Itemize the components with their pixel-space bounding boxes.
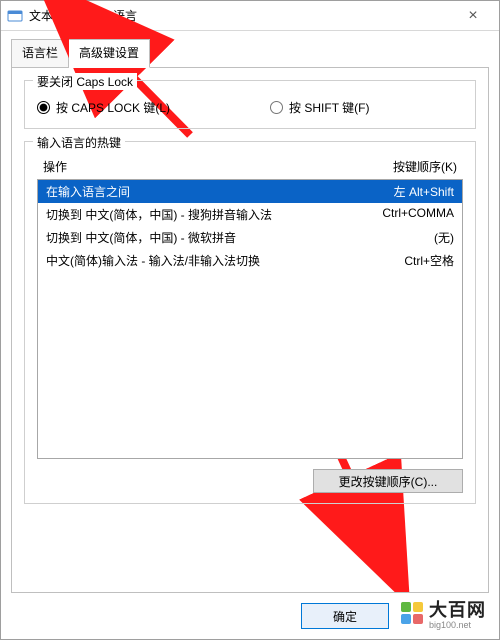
ok-button[interactable]: 确定 [301,603,389,629]
tab-advanced-keys[interactable]: 高级键设置 [69,39,150,68]
hotkey-row[interactable]: 切换到 中文(简体，中国) - 搜狗拼音输入法 Ctrl+COMMA [38,203,462,226]
hotkey-action: 在输入语言之间 [46,183,130,200]
watermark-brand: 大百网 [429,600,486,620]
capslock-legend: 要关闭 Caps Lock [33,73,137,90]
watermark: 大百网 big100.net [395,592,492,634]
hotkey-action: 中文(简体)输入法 - 输入法/非输入法切换 [46,252,260,269]
watermark-logo-icon [401,602,423,624]
hotkey-row[interactable]: 中文(简体)输入法 - 输入法/非输入法切换 Ctrl+空格 [38,249,462,272]
hotkey-header: 操作 按键顺序(K) [37,154,463,179]
hotkeys-fieldset: 输入语言的热键 操作 按键顺序(K) 在输入语言之间 左 Alt+Shift 切… [24,141,476,504]
dialog-window: 文本服务和输入语言 × 语言栏 高级键设置 要关闭 Caps Lock 按 CA… [0,0,500,640]
window-title: 文本服务和输入语言 [29,7,453,24]
hotkeys-legend: 输入语言的热键 [33,134,125,151]
radio-shift-input[interactable] [270,101,283,114]
radio-capslock-input[interactable] [37,101,50,114]
radio-capslock[interactable]: 按 CAPS LOCK 键(L) [37,99,170,116]
window-icon [7,8,23,24]
hotkey-action: 切换到 中文(简体，中国) - 微软拼音 [46,229,236,246]
watermark-domain: big100.net [429,620,486,630]
tab-panel: 要关闭 Caps Lock 按 CAPS LOCK 键(L) 按 SHIFT 键… [11,67,489,593]
capslock-fieldset: 要关闭 Caps Lock 按 CAPS LOCK 键(L) 按 SHIFT 键… [24,80,476,129]
hotkey-keys: (无) [434,229,454,246]
title-bar: 文本服务和输入语言 × [1,1,499,31]
tab-language-bar[interactable]: 语言栏 [11,39,69,68]
tab-strip: 语言栏 高级键设置 [1,31,499,68]
radio-capslock-label: 按 CAPS LOCK 键(L) [56,99,170,116]
col-action: 操作 [43,158,67,175]
hotkey-action: 切换到 中文(简体，中国) - 搜狗拼音输入法 [46,206,272,223]
hotkey-keys: 左 Alt+Shift [394,183,454,200]
hotkey-list[interactable]: 在输入语言之间 左 Alt+Shift 切换到 中文(简体，中国) - 搜狗拼音… [37,179,463,459]
hotkey-keys: Ctrl+COMMA [382,206,454,223]
hotkey-row[interactable]: 切换到 中文(简体，中国) - 微软拼音 (无) [38,226,462,249]
radio-shift[interactable]: 按 SHIFT 键(F) [270,99,369,116]
hotkey-keys: Ctrl+空格 [404,252,454,269]
col-keyseq: 按键顺序(K) [393,158,457,175]
radio-shift-label: 按 SHIFT 键(F) [289,99,369,116]
change-key-sequence-button[interactable]: 更改按键顺序(C)... [313,469,463,493]
close-icon[interactable]: × [453,7,493,25]
hotkey-row[interactable]: 在输入语言之间 左 Alt+Shift [38,180,462,203]
